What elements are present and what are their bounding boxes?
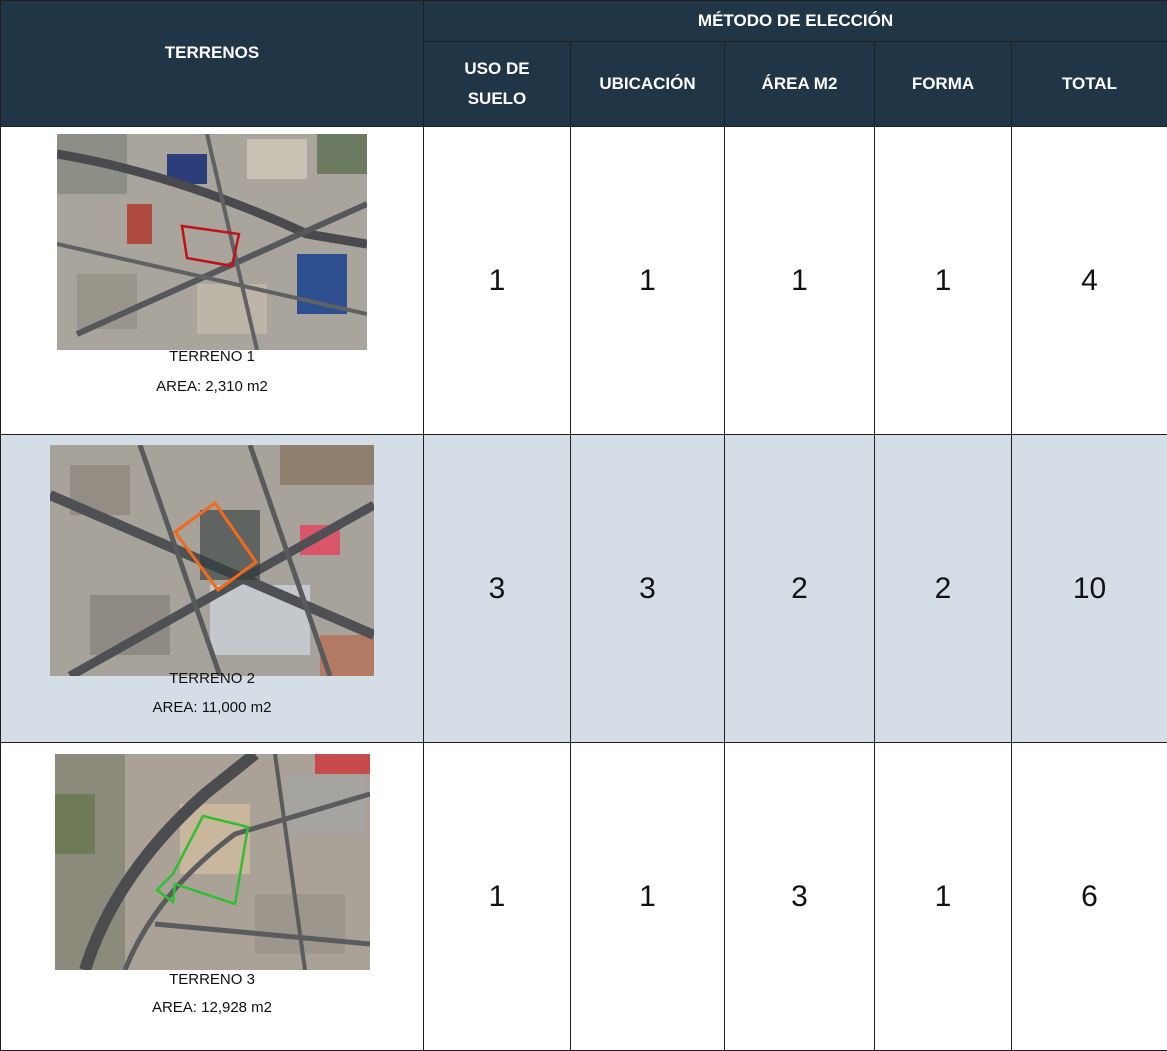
total-score: 10 bbox=[1012, 435, 1167, 743]
col-area-header: ÁREA M2 bbox=[725, 42, 875, 127]
forma-score: 1 bbox=[875, 743, 1012, 1051]
terreno-area: AREA: 11,000 m2 bbox=[1, 699, 423, 716]
col-uso-suelo-header: USO DESUELO bbox=[424, 42, 571, 127]
terreno-name: TERRENO 2 bbox=[1, 670, 423, 687]
total-score: 4 bbox=[1012, 127, 1167, 435]
table-row: TERRENO 3 AREA: 12,928 m2 1 1 3 1 6 bbox=[1, 743, 1167, 1051]
terreno-cell: TERRENO 1 AREA: 2,310 m2 bbox=[1, 127, 424, 435]
area-score: 3 bbox=[725, 743, 875, 1051]
col-total-header: TOTAL bbox=[1012, 42, 1167, 127]
metodo-header: MÉTODO DE ELECCIÓN bbox=[424, 1, 1167, 42]
ubicacion-score: 1 bbox=[571, 127, 725, 435]
col-ubicacion-header: UBICACIÓN bbox=[571, 42, 725, 127]
forma-score: 2 bbox=[875, 435, 1012, 743]
table-row: TERRENO 1 AREA: 2,310 m2 1 1 1 1 4 bbox=[1, 127, 1167, 435]
terreno-name: TERRENO 1 bbox=[1, 348, 423, 365]
area-score: 1 bbox=[725, 127, 875, 435]
area-score: 2 bbox=[725, 435, 875, 743]
terreno-cell: TERRENO 3 AREA: 12,928 m2 bbox=[1, 743, 424, 1051]
terreno-name: TERRENO 3 bbox=[1, 971, 423, 988]
ubicacion-score: 1 bbox=[571, 743, 725, 1051]
ubicacion-score: 3 bbox=[571, 435, 725, 743]
aerial-image-terreno-3 bbox=[55, 754, 370, 970]
forma-score: 1 bbox=[875, 127, 1012, 435]
aerial-image-terreno-1 bbox=[57, 134, 367, 350]
uso-suelo-score: 3 bbox=[424, 435, 571, 743]
uso-suelo-score: 1 bbox=[424, 743, 571, 1051]
terreno-cell: TERRENO 2 AREA: 11,000 m2 bbox=[1, 435, 424, 743]
table-row: TERRENO 2 AREA: 11,000 m2 3 3 2 2 10 bbox=[1, 435, 1167, 743]
terreno-area: AREA: 12,928 m2 bbox=[1, 999, 423, 1016]
terrenos-header: TERRENOS bbox=[1, 1, 424, 127]
total-score: 6 bbox=[1012, 743, 1167, 1051]
uso-suelo-score: 1 bbox=[424, 127, 571, 435]
terreno-area: AREA: 2,310 m2 bbox=[1, 378, 423, 395]
comparison-table: TERRENOS MÉTODO DE ELECCIÓN USO DESUELO … bbox=[0, 0, 1167, 1051]
aerial-image-terreno-2 bbox=[50, 445, 374, 676]
col-forma-header: FORMA bbox=[875, 42, 1012, 127]
